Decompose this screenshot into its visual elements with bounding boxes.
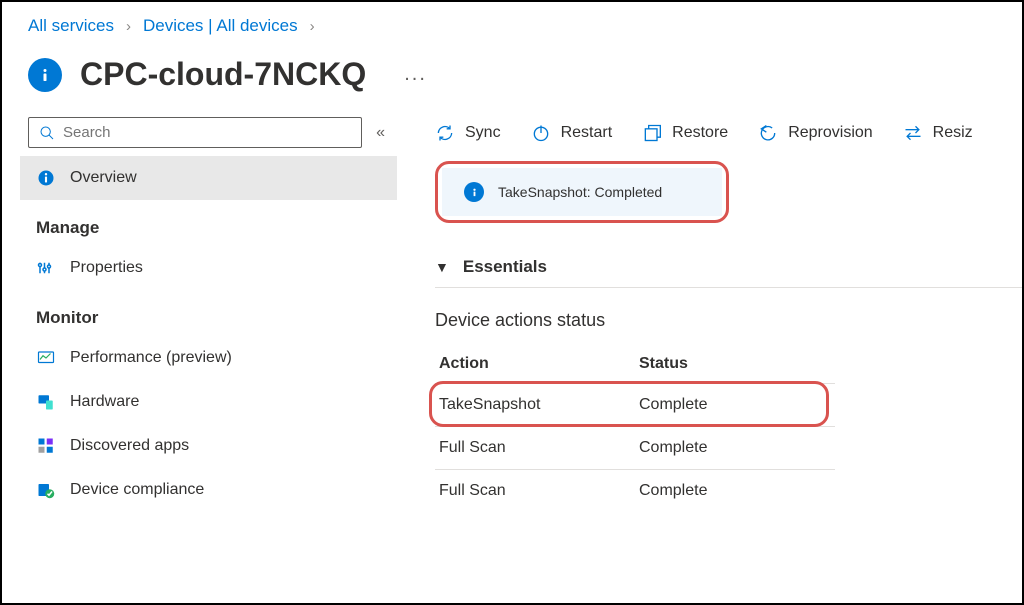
info-icon [28,58,62,92]
power-icon [531,123,551,143]
hardware-icon [36,392,56,412]
toolbar-label: Restore [672,124,728,142]
page-title: CPC-cloud-7NCKQ [80,56,366,93]
chevron-down-icon: ▼ [435,259,449,275]
sidebar-section-manage: Manage [20,200,397,246]
undo-icon [758,123,778,143]
sidebar-item-label: Hardware [70,393,139,411]
chevron-right-icon: › [126,18,131,35]
restart-button[interactable]: Restart [531,123,613,143]
cell-action: Full Scan [435,470,635,513]
essentials-toggle[interactable]: ▼ Essentials [435,247,1022,288]
device-actions-heading: Device actions status [435,288,1022,345]
discovered-apps-icon [36,436,56,456]
toolbar-label: Resiz [933,124,973,142]
cell-status: Complete [635,384,835,427]
table-row: Full Scan Complete [435,427,835,470]
toolbar: Sync Restart Restore Reprovision [435,117,1022,161]
properties-icon [36,258,56,278]
sync-button[interactable]: Sync [435,123,501,143]
main-content: Sync Restart Restore Reprovision [397,117,1022,588]
search-icon [39,125,55,141]
toolbar-label: Restart [561,124,613,142]
sidebar-item-label: Performance (preview) [70,349,232,367]
sidebar-item-device-compliance[interactable]: Device compliance [20,468,397,512]
table-row: Full Scan Complete [435,470,835,513]
reprovision-button[interactable]: Reprovision [758,123,872,143]
breadcrumb-all-services[interactable]: All services [28,16,114,36]
restore-icon [642,123,662,143]
resize-button[interactable]: Resiz [903,123,973,143]
sidebar: « Overview Manage Properties Monitor Per… [2,117,397,588]
sync-icon [435,123,455,143]
collapse-sidebar-button[interactable]: « [372,120,389,146]
essentials-label: Essentials [463,257,547,277]
cell-action: Full Scan [435,427,635,470]
cell-action: TakeSnapshot [435,384,635,427]
search-row: « [20,117,397,156]
cell-status: Complete [635,427,835,470]
info-icon [36,168,56,188]
search-box[interactable] [28,117,362,148]
restore-button[interactable]: Restore [642,123,728,143]
sidebar-item-discovered-apps[interactable]: Discovered apps [20,424,397,468]
device-compliance-icon [36,480,56,500]
highlight-annotation: TakeSnapshot: Completed [435,161,729,223]
sidebar-section-monitor: Monitor [20,290,397,336]
swap-icon [903,123,923,143]
sidebar-item-label: Discovered apps [70,437,189,455]
table-row: TakeSnapshot Complete [435,384,835,427]
cell-status: Complete [635,470,835,513]
sidebar-item-label: Properties [70,259,143,277]
search-input[interactable] [63,124,351,141]
toolbar-label: Sync [465,124,501,142]
breadcrumb-devices[interactable]: Devices | All devices [143,16,298,36]
sidebar-item-overview[interactable]: Overview [20,156,397,200]
device-actions-table: Action Status TakeSnapshot Complete Full… [435,345,835,512]
performance-icon [36,348,56,368]
sidebar-item-label: Device compliance [70,481,204,499]
sidebar-item-hardware[interactable]: Hardware [20,380,397,424]
sidebar-item-properties[interactable]: Properties [20,246,397,290]
sidebar-item-performance[interactable]: Performance (preview) [20,336,397,380]
breadcrumb: All services › Devices | All devices › [2,2,1022,50]
status-banner-text: TakeSnapshot: Completed [498,184,662,200]
column-header-action: Action [435,345,635,384]
toolbar-label: Reprovision [788,124,872,142]
status-banner: TakeSnapshot: Completed [442,168,722,216]
sidebar-item-label: Overview [70,169,137,187]
more-button[interactable]: ... [384,63,427,86]
title-row: CPC-cloud-7NCKQ ... [2,50,1022,117]
column-header-status: Status [635,345,835,384]
info-icon [464,182,484,202]
chevron-right-icon: › [310,18,315,35]
